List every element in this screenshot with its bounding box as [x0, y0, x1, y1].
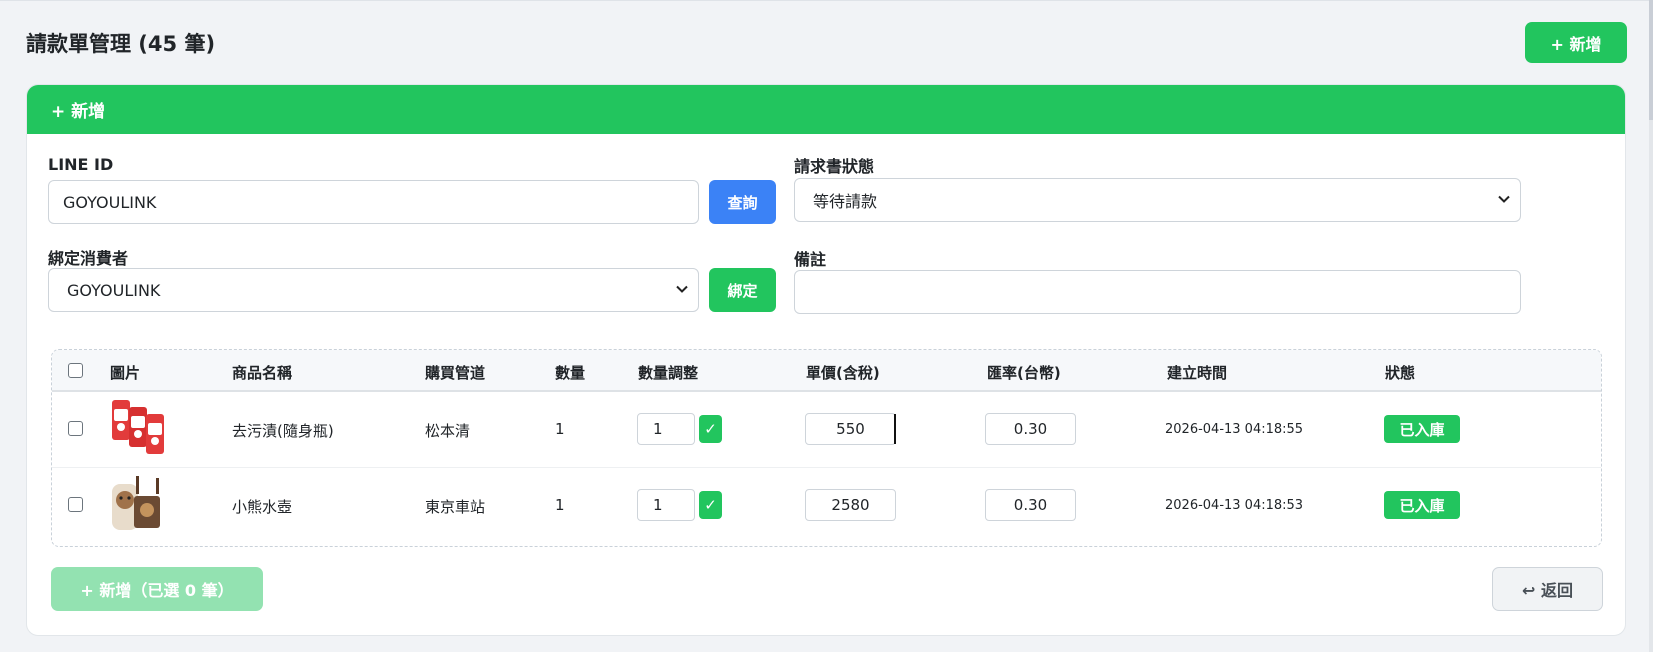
created-time: 2026-04-13 04:18:55: [1165, 422, 1304, 437]
page-title: 請款單管理 (45 筆): [26, 32, 216, 56]
scrollbar[interactable]: [1649, 0, 1653, 652]
col-created: 建立時間: [1167, 364, 1228, 382]
row-checkbox[interactable]: [68, 497, 83, 512]
qty-adjust-input[interactable]: 1: [637, 489, 695, 521]
product-image: [112, 476, 160, 530]
top-add-button[interactable]: + 新增: [1525, 22, 1627, 63]
line-id-value: GOYOULINK: [63, 192, 157, 212]
table-header: 圖片 商品名稱 購買管道 數量 數量調整 單價(含稅) 匯率(台幣) 建立時間 …: [52, 350, 1601, 392]
back-button[interactable]: ↩ 返回: [1492, 567, 1603, 611]
status-select-value: 等待請款: [813, 192, 878, 211]
quantity: 1: [555, 420, 565, 438]
items-table: 圖片 商品名稱 購買管道 數量 數量調整 單價(含稅) 匯率(台幣) 建立時間 …: [51, 349, 1602, 547]
chevron-down-icon: [1498, 193, 1510, 208]
unit-price-input[interactable]: 2580: [805, 489, 896, 521]
add-form-card: + 新增 LINE ID GOYOULINK 查詢 請求書狀態 等待請款 綁定消…: [26, 84, 1626, 636]
col-rate: 匯率(台幣): [987, 364, 1061, 382]
table-row: 小熊水壺 東京車站 1 1 ✓ 2580 0.30 2026-04-13 04:…: [52, 468, 1601, 544]
purchase-channel: 松本清: [425, 422, 471, 440]
created-time: 2026-04-13 04:18:53: [1165, 498, 1304, 513]
quantity: 1: [555, 496, 565, 514]
note-label: 備註: [794, 250, 827, 269]
consumer-select[interactable]: GOYOULINK: [48, 268, 699, 312]
card-header: + 新增: [27, 85, 1625, 134]
col-status: 狀態: [1385, 364, 1416, 382]
query-button[interactable]: 查詢: [709, 180, 776, 224]
confirm-qty-button[interactable]: ✓: [699, 491, 722, 519]
consumer-label: 綁定消費者: [48, 249, 129, 268]
qty-adjust-input[interactable]: 1: [637, 413, 695, 445]
unit-price-input[interactable]: 550: [805, 413, 896, 445]
scrollbar-thumb[interactable]: [1649, 0, 1653, 120]
status-label: 請求書狀態: [794, 157, 875, 176]
purchase-channel: 東京車站: [425, 498, 486, 516]
rate-input[interactable]: 0.30: [985, 489, 1076, 521]
row-checkbox[interactable]: [68, 421, 83, 436]
add-selected-button[interactable]: + 新增（已選 0 筆）: [51, 567, 263, 611]
product-name: 小熊水壺: [232, 498, 293, 516]
chevron-down-icon: [676, 283, 688, 298]
bind-button[interactable]: 綁定: [709, 268, 776, 312]
rate-input[interactable]: 0.30: [985, 413, 1076, 445]
col-qty-adjust: 數量調整: [638, 364, 699, 382]
note-input[interactable]: [794, 270, 1521, 314]
consumer-select-value: GOYOULINK: [67, 280, 161, 300]
line-id-label: LINE ID: [48, 155, 114, 174]
select-all-checkbox[interactable]: [68, 363, 83, 378]
status-badge: 已入庫: [1384, 491, 1460, 519]
text-cursor: [894, 414, 896, 444]
status-select[interactable]: 等待請款: [794, 178, 1521, 222]
product-image: [112, 400, 164, 454]
top-divider: [0, 0, 1653, 1]
status-badge: 已入庫: [1384, 415, 1460, 443]
product-name: 去污漬(隨身瓶): [232, 422, 334, 440]
col-unit-price: 單價(含稅): [806, 364, 880, 382]
col-qty: 數量: [555, 364, 586, 382]
col-name: 商品名稱: [232, 364, 293, 382]
col-channel: 購買管道: [425, 364, 486, 382]
table-row: 去污漬(隨身瓶) 松本清 1 1 ✓ 550 0.30 2026-04-13 0…: [52, 392, 1601, 468]
col-image: 圖片: [110, 364, 141, 382]
confirm-qty-button[interactable]: ✓: [699, 415, 722, 443]
line-id-input[interactable]: GOYOULINK: [48, 180, 699, 224]
